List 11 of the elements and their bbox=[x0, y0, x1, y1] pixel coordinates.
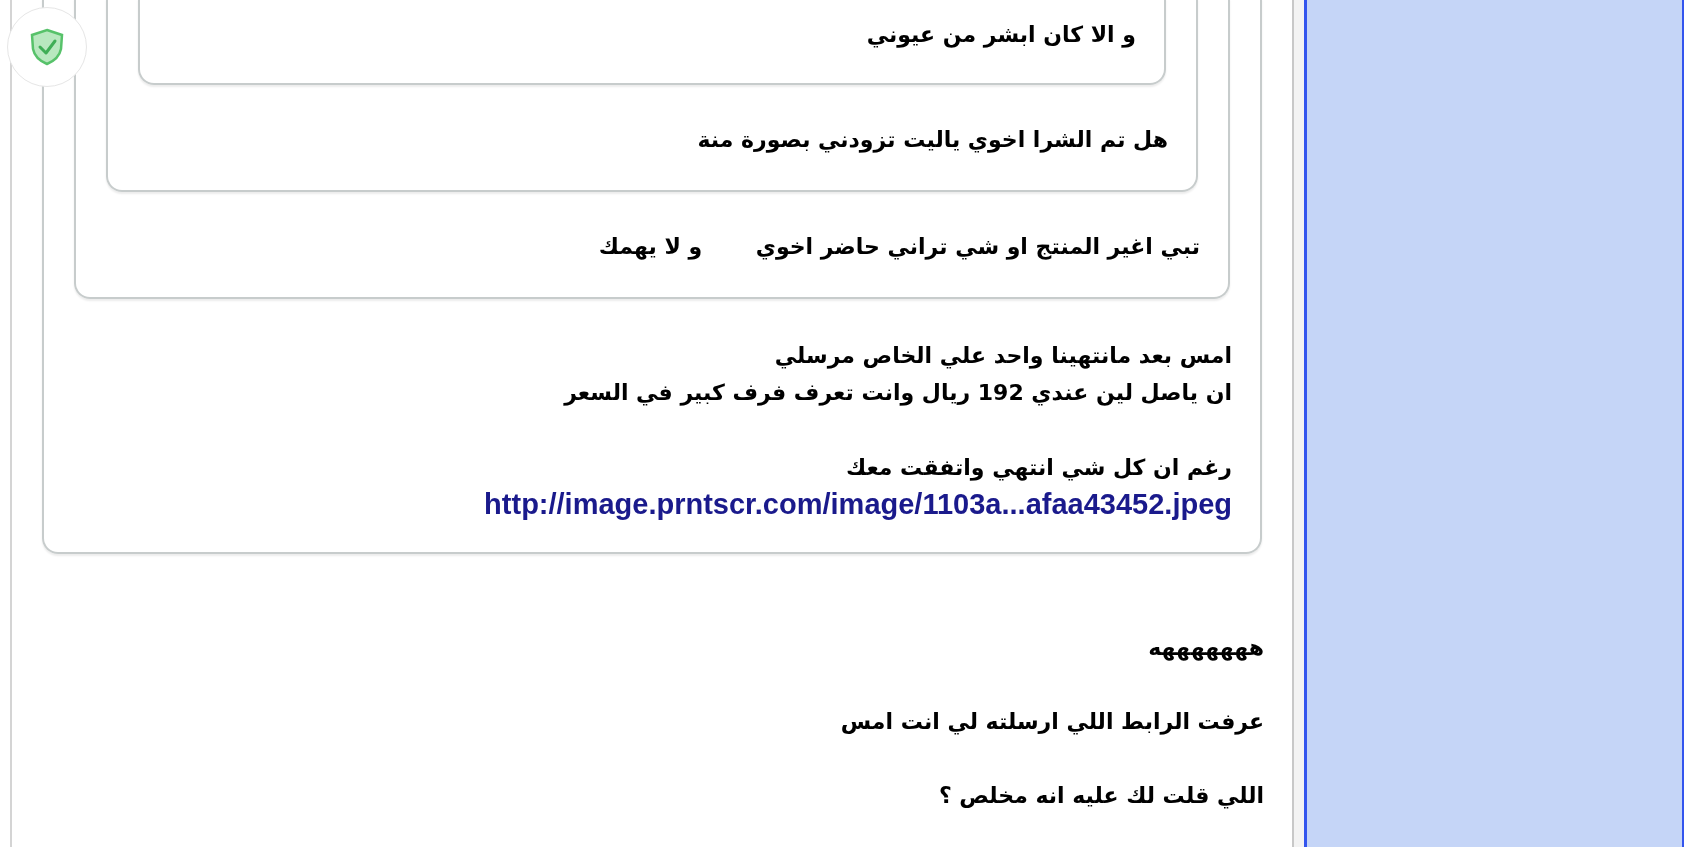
quote-text: و الا كان ابشر من عيوني bbox=[866, 21, 1137, 50]
reply-text: اللي قلت لك عليه انه مخلص ؟ bbox=[938, 782, 1264, 811]
message-text: امس بعد مانتهينا واحد علي الخاص مرسلي bbox=[774, 342, 1232, 371]
shield-check-icon bbox=[28, 27, 66, 67]
message-text: ان ياصل لين عندي 192 ريال وانت تعرف فرف كبير في السعر bbox=[564, 379, 1232, 408]
message-text: رغم ان كل شي انتهي واتفقت معك bbox=[845, 454, 1232, 483]
reply-text: هههههههه bbox=[1148, 634, 1264, 663]
reply-text: عرفت الرابط اللي ارسلته لي انت امس bbox=[840, 708, 1264, 737]
quote-text: تبي اغير المنتج او شي تراني حاضر اخوي و لا يهمك bbox=[598, 233, 1201, 262]
image-link[interactable]: http://image.prntscr.com/image/1103a...afaa43452.jpeg bbox=[484, 486, 1232, 523]
quote-text: هل تم الشرا اخوي ياليت تزودني بصورة منة bbox=[697, 126, 1169, 155]
